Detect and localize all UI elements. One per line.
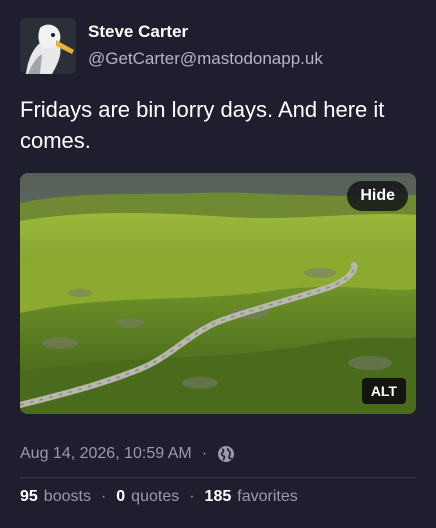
post-stats: 95 boosts · 0 quotes · 185 favorites bbox=[20, 488, 298, 506]
post-media[interactable]: Hide ALT bbox=[20, 173, 416, 414]
quotes-label: quotes bbox=[131, 488, 180, 505]
hide-media-button[interactable]: Hide bbox=[347, 181, 408, 211]
meta-separator: · bbox=[201, 445, 208, 462]
author-handle[interactable]: @GetCarter@mastodonapp.uk bbox=[88, 49, 323, 69]
quotes-stat[interactable]: 0 quotes bbox=[116, 488, 179, 506]
quotes-count: 0 bbox=[116, 488, 126, 505]
boosts-label: boosts bbox=[43, 488, 91, 505]
divider bbox=[20, 477, 416, 478]
alt-text-button[interactable]: ALT bbox=[361, 378, 406, 404]
seagull-avatar-image bbox=[20, 18, 76, 74]
favorites-stat[interactable]: 185 favorites bbox=[205, 488, 298, 506]
post-text: Fridays are bin lorry days. And here it … bbox=[20, 97, 385, 153]
favorites-label: favorites bbox=[237, 488, 298, 505]
post-meta: Aug 14, 2026, 10:59 AM · bbox=[20, 445, 235, 463]
author-display-name[interactable]: Steve Carter bbox=[88, 22, 188, 42]
globe-icon bbox=[217, 445, 235, 463]
boosts-count: 95 bbox=[20, 488, 38, 505]
favorites-count: 185 bbox=[204, 488, 232, 505]
post-timestamp[interactable]: Aug 14, 2026, 10:59 AM bbox=[20, 445, 192, 463]
boosts-stat[interactable]: 95 boosts bbox=[20, 488, 91, 506]
stats-separator: · bbox=[100, 488, 107, 505]
stats-separator: · bbox=[189, 488, 195, 505]
avatar[interactable] bbox=[20, 18, 76, 74]
